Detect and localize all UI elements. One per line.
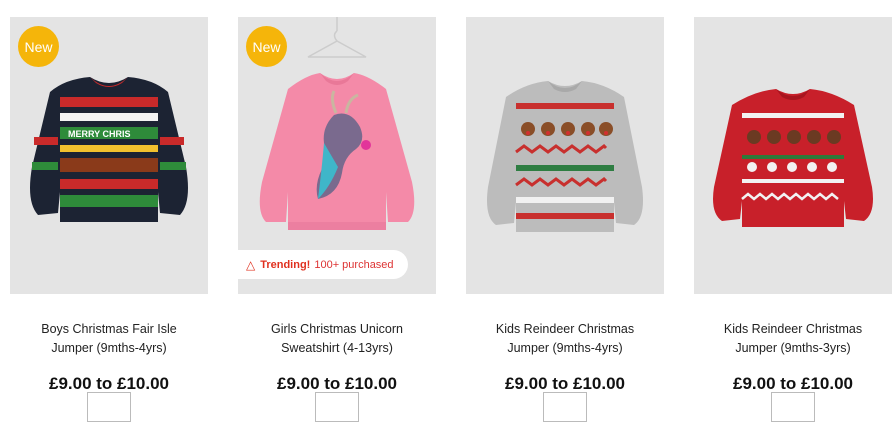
quantity-select[interactable] <box>771 392 815 422</box>
new-badge: New <box>246 26 287 67</box>
product-image[interactable] <box>694 17 892 294</box>
quantity-select[interactable] <box>87 392 131 422</box>
fire-icon: △ <box>246 257 256 272</box>
product-title[interactable]: Boys Christmas Fair Isle Jumper (9mths-4… <box>10 320 208 358</box>
product-title[interactable]: Girls Christmas Unicorn Sweatshirt (4-13… <box>238 320 436 358</box>
trending-banner: △ Trending! 100+ purchased <box>238 250 408 279</box>
product-image[interactable]: MERRY CHRIS New <box>10 17 208 294</box>
product-image[interactable] <box>466 17 664 294</box>
product-card[interactable]: Kids Reindeer Christmas Jumper (9mths-4y… <box>466 17 664 394</box>
product-image[interactable]: New △ Trending! 100+ purchased <box>238 17 436 294</box>
svg-text:MERRY CHRIS: MERRY CHRIS <box>68 129 131 139</box>
product-price: £9.00 to £10.00 <box>276 374 398 393</box>
product-card[interactable]: MERRY CHRIS New Boys Christmas Fair Isle… <box>10 17 208 394</box>
quantity-select[interactable] <box>315 392 359 422</box>
product-title[interactable]: Kids Reindeer Christmas Jumper (9mths-3y… <box>694 320 892 358</box>
new-badge: New <box>18 26 59 67</box>
product-card[interactable]: Kids Reindeer Christmas Jumper (9mths-3y… <box>694 17 892 394</box>
product-card[interactable]: New △ Trending! 100+ purchased Girls Chr… <box>238 17 436 394</box>
product-price: £9.00 to £10.00 <box>48 374 170 393</box>
jumper-image-red <box>713 89 873 227</box>
product-title[interactable]: Kids Reindeer Christmas Jumper (9mths-4y… <box>466 320 664 358</box>
product-price: £9.00 to £10.00 <box>732 374 854 393</box>
product-price: £9.00 to £10.00 <box>504 374 626 393</box>
quantity-select[interactable] <box>543 392 587 422</box>
jumper-image-grey <box>487 81 643 232</box>
